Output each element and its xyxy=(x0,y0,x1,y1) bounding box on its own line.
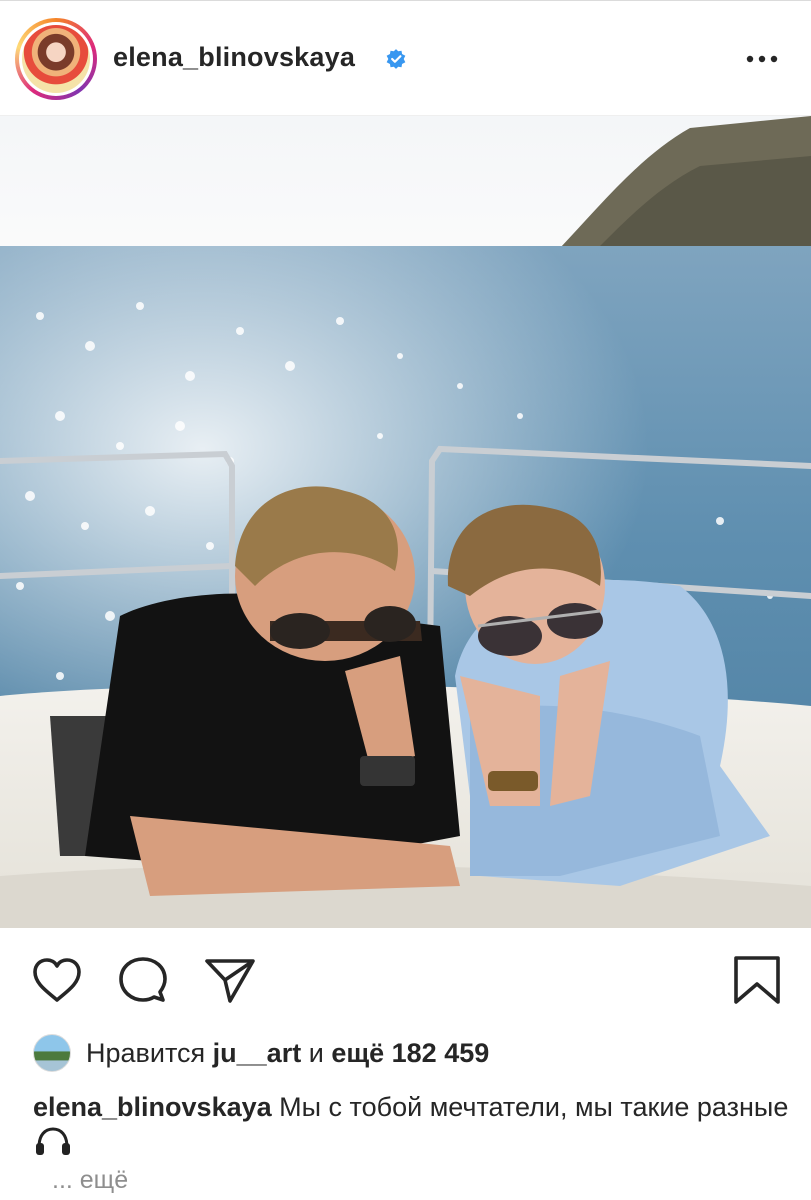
photo-illustration xyxy=(0,116,811,928)
post-photo[interactable] xyxy=(0,116,811,928)
likes-text: Нравится ju__art и ещё 182 459 xyxy=(86,1038,489,1069)
liker-avatar[interactable] xyxy=(33,1034,71,1072)
caption-username[interactable]: elena_blinovskaya xyxy=(33,1092,272,1122)
caption-more-link[interactable]: ... ещё xyxy=(52,1166,128,1195)
avatar-image xyxy=(22,25,90,93)
likes-row: Нравится ju__art и ещё 182 459 xyxy=(0,1030,811,1078)
headphones-icon xyxy=(36,1127,70,1155)
post-actions xyxy=(0,928,811,1028)
likes-connector: и xyxy=(308,1038,324,1068)
liker-username[interactable]: ju__art xyxy=(213,1038,302,1068)
bookmark-icon[interactable] xyxy=(731,954,785,1008)
paper-plane-icon[interactable] xyxy=(203,954,257,1008)
heart-icon[interactable] xyxy=(30,954,84,1008)
verified-badge-icon xyxy=(386,49,406,69)
comment-icon[interactable] xyxy=(116,954,170,1008)
likes-count[interactable]: ещё 182 459 xyxy=(331,1038,489,1068)
post-header: elena_blinovskaya xyxy=(0,0,811,116)
more-horizontal-icon[interactable] xyxy=(744,47,780,71)
post-caption: elena_blinovskaya Мы с тобой мечтатели, … xyxy=(33,1090,793,1160)
likes-prefix: Нравится xyxy=(86,1038,206,1068)
caption-text: Мы с тобой мечтатели, мы такие разные xyxy=(279,1092,789,1122)
post-username[interactable]: elena_blinovskaya xyxy=(113,42,355,73)
profile-avatar[interactable] xyxy=(15,18,97,100)
